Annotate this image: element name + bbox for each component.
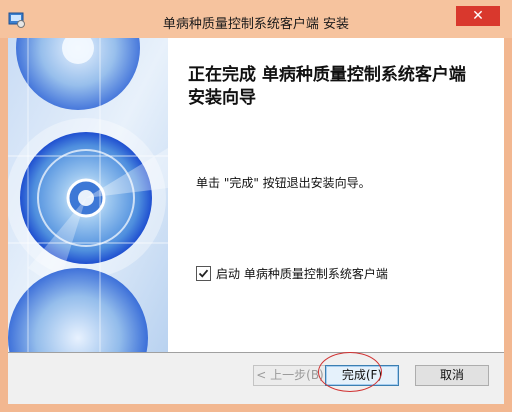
- installer-window: 单病种质量控制系统客户端 安装 ✕ 正在完成 单病种质量控制系统客户端 安装向导…: [0, 0, 512, 412]
- run-app-checkbox[interactable]: [196, 265, 211, 281]
- finish-button[interactable]: 完成(F): [325, 365, 399, 386]
- wizard-content-panel: 正在完成 单病种质量控制系统客户端 安装向导 单击 "完成" 按钮退出安装向导。…: [168, 38, 504, 352]
- wizard-heading: 正在完成 单病种质量控制系统客户端 安装向导: [188, 65, 466, 108]
- window-title: 单病种质量控制系统客户端 安装: [162, 17, 350, 32]
- title-bar[interactable]: 单病种质量控制系统客户端 安装 ✕: [0, 0, 512, 38]
- wizard-client-area: 正在完成 单病种质量控制系统客户端 安装向导 单击 "完成" 按钮退出安装向导。…: [8, 38, 504, 404]
- back-button[interactable]: < 上一步(B): [253, 365, 327, 386]
- run-app-label: 启动 单病种质量控制系统客户端: [216, 266, 388, 281]
- button-area-divider: [8, 352, 504, 353]
- close-icon: ✕: [472, 8, 484, 24]
- wizard-description: 单击 "完成" 按钮退出安装向导。: [196, 176, 371, 190]
- run-app-option[interactable]: 启动 单病种质量控制系统客户端: [196, 265, 388, 281]
- checkmark-icon: [198, 269, 209, 278]
- cancel-button[interactable]: 取消: [415, 365, 489, 386]
- close-button[interactable]: ✕: [456, 6, 500, 26]
- wizard-banner-image: [8, 38, 168, 352]
